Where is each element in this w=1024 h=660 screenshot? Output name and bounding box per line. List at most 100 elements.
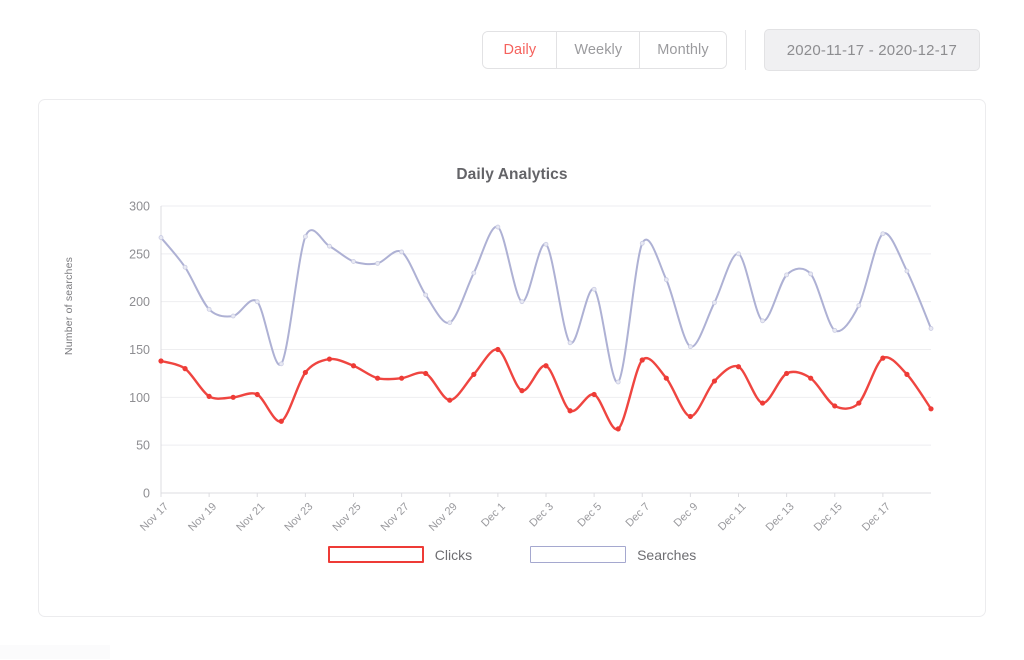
data-point[interactable] bbox=[616, 427, 620, 431]
data-point[interactable] bbox=[688, 414, 692, 418]
data-point[interactable] bbox=[159, 359, 163, 363]
data-point[interactable] bbox=[664, 376, 668, 380]
x-tick-label: Dec 3 bbox=[527, 501, 556, 530]
y-tick-label: 250 bbox=[129, 247, 150, 261]
data-point[interactable] bbox=[544, 242, 548, 246]
data-point[interactable] bbox=[279, 419, 283, 423]
tab-monthly[interactable]: Monthly bbox=[640, 32, 725, 68]
data-point[interactable] bbox=[472, 372, 476, 376]
x-tick-label: Dec 17 bbox=[860, 501, 893, 534]
data-point[interactable] bbox=[712, 301, 716, 305]
data-point[interactable] bbox=[592, 392, 596, 396]
tab-daily[interactable]: Daily bbox=[483, 32, 557, 68]
y-tick-label: 50 bbox=[136, 439, 150, 453]
x-tick-label: Dec 13 bbox=[764, 501, 797, 534]
data-point[interactable] bbox=[207, 307, 211, 311]
tab-weekly[interactable]: Weekly bbox=[557, 32, 640, 68]
date-range-picker[interactable]: 2020-11-17 - 2020-12-17 bbox=[764, 29, 980, 71]
x-tick-label: Dec 15 bbox=[812, 501, 845, 534]
x-tick-label: Nov 19 bbox=[186, 501, 219, 534]
data-point[interactable] bbox=[785, 273, 789, 277]
data-point[interactable] bbox=[784, 371, 788, 375]
data-point[interactable] bbox=[809, 272, 813, 276]
data-point[interactable] bbox=[448, 321, 452, 325]
data-point[interactable] bbox=[688, 345, 692, 349]
data-point[interactable] bbox=[881, 232, 885, 236]
data-point[interactable] bbox=[231, 314, 235, 318]
data-point[interactable] bbox=[399, 376, 403, 380]
data-point[interactable] bbox=[231, 395, 235, 399]
data-point[interactable] bbox=[520, 388, 524, 392]
legend-label-searches: Searches bbox=[637, 547, 696, 563]
data-point[interactable] bbox=[568, 341, 572, 345]
data-point[interactable] bbox=[905, 372, 909, 376]
data-point[interactable] bbox=[929, 326, 933, 330]
data-point[interactable] bbox=[303, 370, 307, 374]
data-point[interactable] bbox=[496, 347, 500, 351]
chart-area: Number of searches 050100150200250300Nov… bbox=[39, 100, 987, 618]
data-point[interactable] bbox=[905, 269, 909, 273]
data-point[interactable] bbox=[448, 398, 452, 402]
legend-swatch-searches bbox=[530, 546, 626, 563]
data-point[interactable] bbox=[760, 401, 764, 405]
x-tick-label: Dec 9 bbox=[672, 501, 701, 530]
x-tick-label: Nov 21 bbox=[234, 501, 267, 534]
toolbar-divider bbox=[745, 30, 746, 70]
data-point[interactable] bbox=[833, 328, 837, 332]
data-point[interactable] bbox=[833, 404, 837, 408]
legend-item-searches[interactable]: Searches bbox=[530, 546, 696, 563]
legend-swatch-clicks bbox=[328, 546, 424, 563]
data-point[interactable] bbox=[808, 376, 812, 380]
data-point[interactable] bbox=[568, 409, 572, 413]
data-point[interactable] bbox=[736, 365, 740, 369]
data-point[interactable] bbox=[159, 236, 163, 240]
legend-item-clicks[interactable]: Clicks bbox=[328, 546, 472, 563]
data-point[interactable] bbox=[183, 265, 187, 269]
y-tick-label: 300 bbox=[129, 200, 150, 214]
data-point[interactable] bbox=[640, 241, 644, 245]
data-point[interactable] bbox=[640, 358, 644, 362]
data-point[interactable] bbox=[376, 261, 380, 265]
data-point[interactable] bbox=[616, 380, 620, 384]
data-point[interactable] bbox=[255, 392, 259, 396]
data-point[interactable] bbox=[327, 357, 331, 361]
data-point[interactable] bbox=[327, 244, 331, 248]
data-point[interactable] bbox=[207, 394, 211, 398]
data-point[interactable] bbox=[520, 300, 524, 304]
x-tick-label: Dec 11 bbox=[716, 501, 749, 534]
x-tick-label: Nov 23 bbox=[282, 501, 315, 534]
data-point[interactable] bbox=[400, 250, 404, 254]
chart-card: Daily Analytics Number of searches 05010… bbox=[38, 99, 986, 617]
data-point[interactable] bbox=[375, 376, 379, 380]
data-point[interactable] bbox=[303, 235, 307, 239]
data-point[interactable] bbox=[857, 303, 861, 307]
data-point[interactable] bbox=[424, 293, 428, 297]
x-tick-label: Nov 27 bbox=[379, 501, 412, 534]
data-point[interactable] bbox=[496, 225, 500, 229]
data-point[interactable] bbox=[255, 300, 259, 304]
x-tick-label: Nov 25 bbox=[330, 501, 363, 534]
data-point[interactable] bbox=[183, 366, 187, 370]
analytics-page: Daily Weekly Monthly 2020-11-17 - 2020-1… bbox=[0, 0, 1024, 660]
data-point[interactable] bbox=[857, 401, 861, 405]
data-point[interactable] bbox=[761, 319, 765, 323]
data-point[interactable] bbox=[881, 356, 885, 360]
y-tick-label: 100 bbox=[129, 391, 150, 405]
period-segmented-control[interactable]: Daily Weekly Monthly bbox=[482, 31, 726, 69]
x-tick-label: Dec 5 bbox=[575, 501, 604, 530]
y-tick-label: 0 bbox=[143, 487, 150, 501]
data-point[interactable] bbox=[279, 362, 283, 366]
data-point[interactable] bbox=[544, 364, 548, 368]
data-point[interactable] bbox=[592, 287, 596, 291]
data-point[interactable] bbox=[929, 407, 933, 411]
data-point[interactable] bbox=[423, 371, 427, 375]
y-tick-label: 200 bbox=[129, 295, 150, 309]
data-point[interactable] bbox=[737, 252, 741, 256]
data-point[interactable] bbox=[712, 379, 716, 383]
data-point[interactable] bbox=[664, 278, 668, 282]
chart-svg: 050100150200250300Nov 17Nov 19Nov 21Nov … bbox=[39, 100, 987, 618]
data-point[interactable] bbox=[351, 364, 355, 368]
x-tick-label: Nov 17 bbox=[138, 501, 171, 534]
data-point[interactable] bbox=[472, 271, 476, 275]
data-point[interactable] bbox=[352, 259, 356, 263]
